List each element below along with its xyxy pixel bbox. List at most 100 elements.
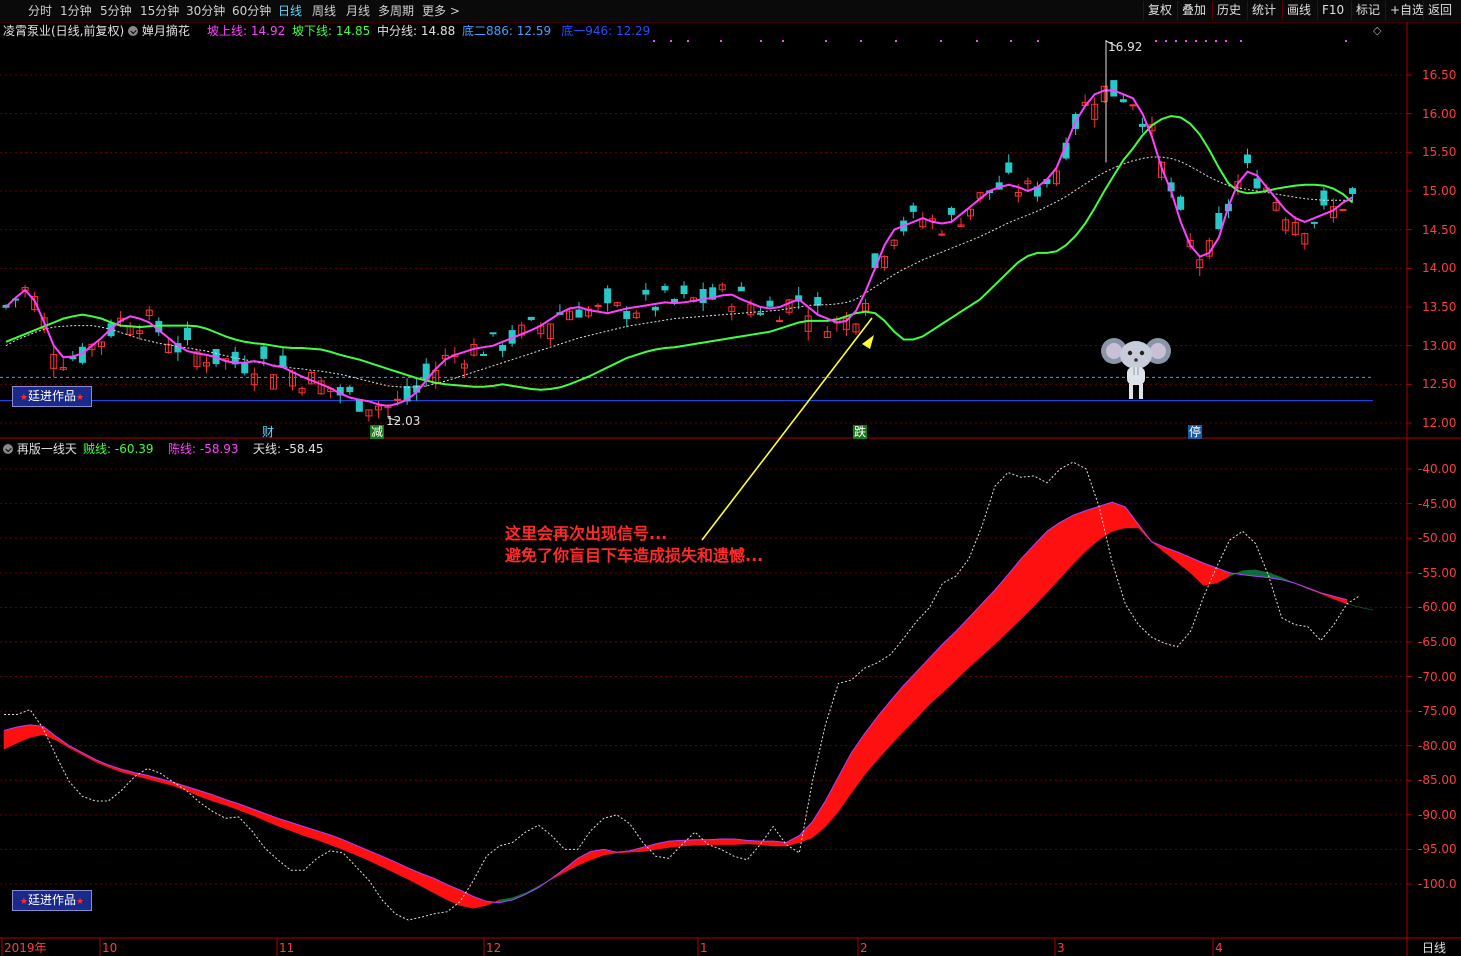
band-segment — [942, 630, 957, 694]
signal-dot — [1240, 40, 1242, 42]
period-tab-5[interactable]: 60分钟 — [232, 3, 271, 19]
candle — [499, 343, 507, 358]
indicator-dropdown[interactable]: 婵月摘花 — [128, 24, 190, 38]
time-label-0: 2019年 — [4, 941, 47, 955]
period-tab-2[interactable]: 5分钟 — [100, 3, 132, 19]
bottom-legend-item-0: 贼线: -60.39 — [83, 442, 154, 456]
signal-dot — [1185, 40, 1187, 42]
candle — [795, 286, 803, 310]
period-tab-1[interactable]: 1分钟 — [60, 3, 92, 19]
time-label-6: 3 — [1057, 941, 1065, 955]
period-tab-7[interactable]: 周线 — [312, 3, 336, 19]
price-tick-0: 16.50 — [1422, 68, 1457, 82]
candle — [585, 305, 593, 319]
candle — [489, 332, 497, 337]
band-segment — [225, 799, 239, 811]
time-label-5: 2 — [860, 941, 868, 955]
toolbar-button-5[interactable]: F10 — [1317, 1, 1348, 20]
band-segment — [16, 724, 31, 744]
time-label-4: 1 — [700, 941, 708, 955]
toolbar-button-4[interactable]: 画线 — [1282, 1, 1315, 20]
band-segment — [1046, 521, 1061, 593]
time-label-3: 12 — [486, 941, 502, 955]
candle — [737, 282, 745, 292]
stock-title[interactable]: 凌霄泵业(日线,前复权) — [3, 24, 124, 38]
band-segment — [186, 786, 200, 797]
candle — [823, 325, 831, 339]
value-tick-5: -65.00 — [1418, 634, 1457, 649]
arrow-head — [862, 335, 874, 349]
toolbar-button-1[interactable]: 叠加 — [1177, 1, 1210, 20]
event-mark-jian[interactable]: 减 — [370, 425, 385, 439]
candle — [890, 239, 898, 250]
signal-dot — [687, 40, 689, 42]
candle — [804, 308, 812, 341]
value-tick-0: -40.00 — [1418, 462, 1457, 476]
band-segment — [720, 838, 735, 845]
event-mark-ting[interactable]: 停 — [1188, 425, 1203, 439]
period-tab-4[interactable]: 30分钟 — [186, 3, 225, 19]
signal-dot — [895, 40, 897, 42]
value-tick-6: -70.00 — [1418, 669, 1457, 684]
event-mark-cai[interactable]: 财 — [262, 425, 274, 439]
period-tab-6[interactable]: 日线 — [278, 3, 302, 19]
band-segment — [473, 896, 487, 909]
diamond-icon[interactable]: ◇ — [1373, 24, 1381, 38]
high-price-label: 16.92 — [1108, 40, 1143, 54]
candle — [661, 283, 669, 293]
toolbar-button-0[interactable]: 复权 — [1143, 1, 1176, 20]
candle — [279, 348, 287, 368]
candle — [718, 282, 726, 292]
candle — [604, 285, 612, 312]
period-tab-3[interactable]: 15分钟 — [140, 3, 179, 19]
top-watermark: ★廷进作品★ — [12, 386, 92, 407]
price-tick-1: 16.00 — [1422, 106, 1457, 121]
star-icon: ★ — [76, 393, 85, 403]
toolbar-button-3[interactable]: 统计 — [1247, 1, 1280, 20]
candle — [642, 283, 650, 301]
candle — [1244, 148, 1251, 169]
period-toolbar: 分时 1分钟 5分钟 15分钟 30分钟 60分钟 日线 周线 月线 多周期 更多 > 复权 叠加 历史统… — [0, 0, 1461, 23]
toolbar-button-7[interactable]: +自选 — [1385, 1, 1428, 20]
toolbar-button-8[interactable]: 返回 — [1423, 1, 1456, 20]
band-segment — [212, 794, 226, 806]
value-tick-4: -60.00 — [1418, 600, 1457, 615]
low-price-label: 12.03 — [386, 414, 421, 428]
top-legend-item-1: 坡下线: 14.85 — [292, 24, 371, 38]
chevron-down-icon[interactable] — [3, 444, 13, 454]
toolbar-button-2[interactable]: 历史 — [1212, 1, 1245, 20]
signal-dot — [1165, 40, 1167, 42]
period-tab-9[interactable]: 多周期 — [378, 3, 414, 19]
period-label[interactable]: 日线 — [1422, 941, 1446, 955]
band-segment — [1346, 603, 1361, 608]
candle — [1196, 256, 1204, 277]
candle — [1110, 80, 1118, 97]
band-segment — [916, 657, 931, 719]
candle — [671, 298, 678, 306]
candle — [651, 306, 659, 317]
candle — [145, 306, 153, 321]
value-tick-10: -90.00 — [1418, 807, 1457, 822]
period-tab-8[interactable]: 月线 — [346, 3, 370, 19]
chevron-down-icon[interactable] — [128, 26, 138, 36]
event-mark-die[interactable]: 跌 — [853, 425, 868, 439]
signal-dot — [1215, 40, 1217, 42]
period-tab-10[interactable]: 更多 > — [422, 3, 460, 19]
period-tab-0[interactable]: 分时 — [28, 3, 52, 19]
top-legend-item-2: 中分线: 14.88 — [377, 24, 456, 38]
candle — [1339, 208, 1347, 212]
candle — [298, 386, 306, 396]
candle — [814, 292, 822, 314]
candle — [441, 348, 449, 367]
kline-chart — [0, 22, 1461, 956]
toolbar-button-6[interactable]: 标记 — [1351, 1, 1384, 20]
band-segment — [29, 724, 44, 738]
band-segment — [838, 752, 852, 813]
candle — [1320, 187, 1328, 210]
candle — [919, 211, 927, 230]
band-segment — [1072, 510, 1087, 565]
bottom-indicator-dropdown[interactable]: 再版一线天 — [3, 442, 77, 456]
signal-dot — [720, 40, 722, 42]
top-legend-item-0: 坡上线: 14.92 — [207, 24, 286, 38]
band-segment — [1333, 595, 1348, 605]
